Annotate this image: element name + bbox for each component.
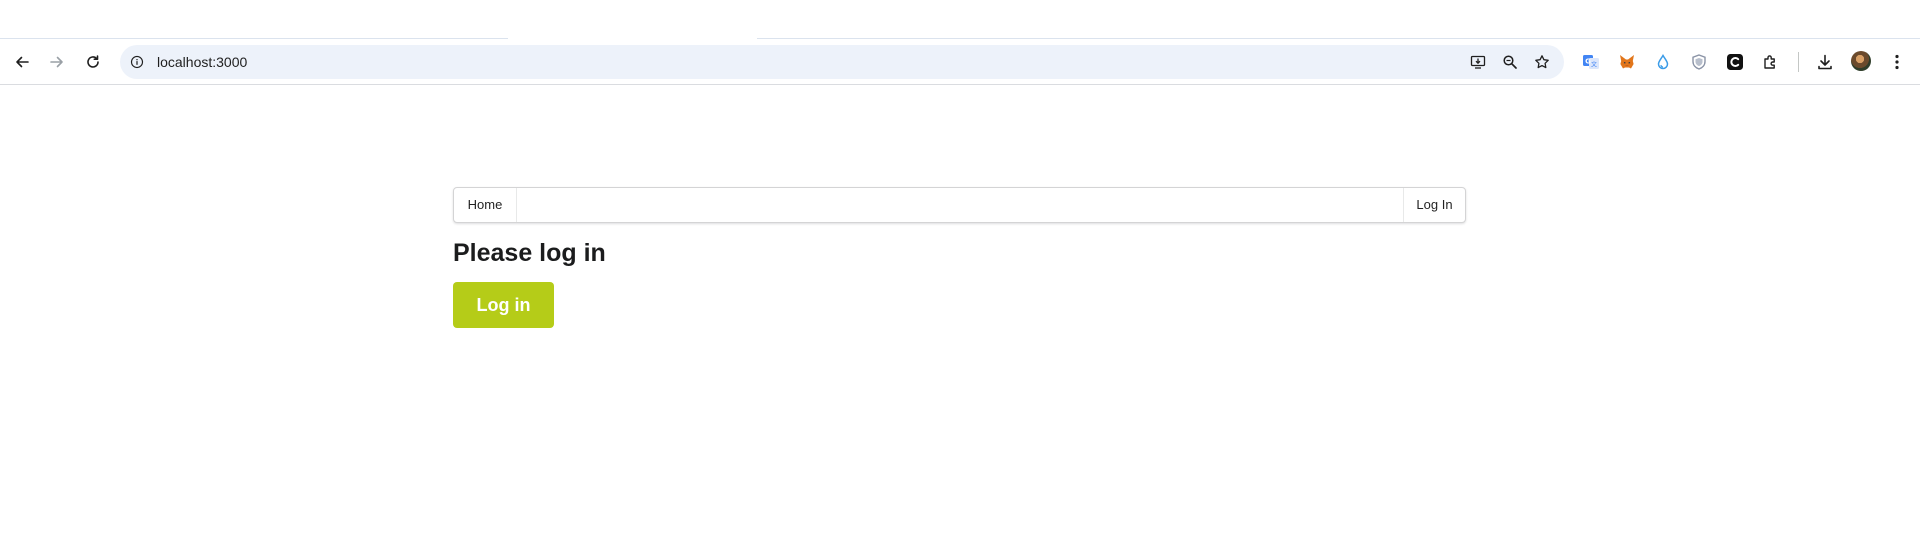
kebab-menu-icon xyxy=(1895,54,1899,70)
zoom-icon xyxy=(1503,55,1517,69)
top-navigation-menu: Home Log In xyxy=(453,187,1466,223)
nav-home-link[interactable]: Home xyxy=(454,188,517,222)
browser-menu-button[interactable] xyxy=(1887,52,1907,72)
google-translate-icon[interactable]: G 文 xyxy=(1581,52,1601,72)
toolbar-divider xyxy=(1798,52,1799,72)
install-app-icon xyxy=(1470,55,1486,69)
active-tab[interactable] xyxy=(508,0,757,39)
url-text[interactable]: localhost:3000 xyxy=(157,45,247,79)
svg-text:文: 文 xyxy=(1591,61,1597,69)
star-icon xyxy=(1535,55,1549,69)
tab-strip xyxy=(0,0,1920,39)
info-icon[interactable] xyxy=(129,54,145,70)
forward-button[interactable] xyxy=(43,48,71,76)
c-extension-icon[interactable] xyxy=(1725,52,1745,72)
reload-button[interactable] xyxy=(79,48,107,76)
arrow-left-icon xyxy=(16,56,29,68)
downloads-button[interactable] xyxy=(1815,52,1835,72)
puzzle-extensions-icon[interactable] xyxy=(1761,52,1781,72)
page-title: Please log in xyxy=(453,239,606,267)
browser-toolbar: localhost:3000 G 文 xyxy=(0,39,1920,85)
address-bar[interactable]: localhost:3000 xyxy=(120,45,1564,79)
shield-icon[interactable] xyxy=(1689,52,1709,72)
profile-avatar[interactable] xyxy=(1851,51,1871,71)
zoom-button[interactable] xyxy=(1500,52,1520,72)
download-icon xyxy=(1818,54,1832,70)
install-app-button[interactable] xyxy=(1468,52,1488,72)
bookmark-button[interactable] xyxy=(1532,52,1552,72)
arrow-right-icon xyxy=(50,56,63,68)
login-button[interactable]: Log in xyxy=(453,282,554,328)
back-button[interactable] xyxy=(8,48,36,76)
drop-icon[interactable] xyxy=(1653,52,1673,72)
metamask-icon[interactable] xyxy=(1617,52,1637,72)
nav-login-link[interactable]: Log In xyxy=(1403,188,1465,222)
reload-icon xyxy=(87,55,99,68)
